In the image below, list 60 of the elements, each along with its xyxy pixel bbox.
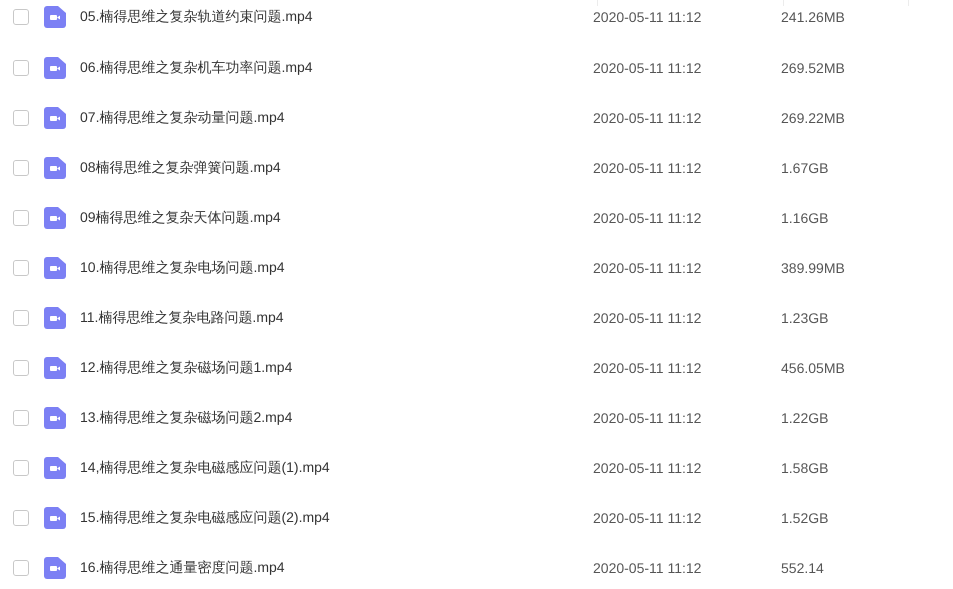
video-file-icon [44,307,66,329]
checkbox[interactable] [13,110,29,126]
file-size: 1.67GB [781,160,828,176]
checkbox[interactable] [13,210,29,226]
file-size: 456.05MB [781,360,845,376]
file-size: 241.26MB [781,9,845,25]
video-file-icon [44,357,66,379]
video-file-icon [44,257,66,279]
modified-time: 2020-05-11 11:12 [593,410,702,426]
video-file-icon [44,107,66,129]
file-size: 389.99MB [781,260,845,276]
video-file-icon [44,207,66,229]
modified-time: 2020-05-11 11:12 [593,60,702,76]
file-size: 552.14 [781,560,824,576]
video-file-icon [44,457,66,479]
file-name[interactable]: 13.楠得思维之复杂磁场问题2.mp4 [80,409,593,427]
modified-time: 2020-05-11 11:12 [593,260,702,276]
file-name[interactable]: 06.楠得思维之复杂机车功率问题.mp4 [80,59,593,77]
checkbox[interactable] [13,310,29,326]
file-name[interactable]: 15.楠得思维之复杂电磁感应问题(2).mp4 [80,509,593,527]
file-name[interactable]: 10.楠得思维之复杂电场问题.mp4 [80,259,593,277]
video-file-icon [44,507,66,529]
file-name[interactable]: 05.楠得思维之复杂轨道约束问题.mp4 [80,8,593,26]
video-file-icon [44,157,66,179]
video-file-icon [44,557,66,579]
checkbox[interactable] [13,460,29,476]
file-name[interactable]: 12.楠得思维之复杂磁场问题1.mp4 [80,359,593,377]
checkbox[interactable] [13,60,29,76]
file-size: 1.23GB [781,310,828,326]
modified-time: 2020-05-11 11:12 [593,210,702,226]
file-size: 269.22MB [781,110,845,126]
file-size: 1.52GB [781,510,828,526]
video-file-icon [44,6,66,28]
file-name[interactable]: 14,楠得思维之复杂电磁感应问题(1).mp4 [80,459,593,477]
checkbox[interactable] [13,360,29,376]
modified-time: 2020-05-11 11:12 [593,110,702,126]
modified-time: 2020-05-11 11:12 [593,310,702,326]
file-name[interactable]: 09楠得思维之复杂天体问题.mp4 [80,209,593,227]
modified-time: 2020-05-11 11:12 [593,360,702,376]
file-name[interactable]: 07.楠得思维之复杂动量问题.mp4 [80,109,593,127]
modified-time: 2020-05-11 11:12 [593,460,702,476]
modified-time: 2020-05-11 11:12 [593,560,702,576]
modified-time: 2020-05-11 11:12 [593,9,702,25]
checkbox[interactable] [13,9,29,25]
checkbox[interactable] [13,560,29,576]
modified-time: 2020-05-11 11:12 [593,160,702,176]
file-size: 269.52MB [781,60,845,76]
checkbox[interactable] [13,410,29,426]
modified-time: 2020-05-11 11:12 [593,510,702,526]
video-file-icon [44,407,66,429]
file-name[interactable]: 16.楠得思维之通量密度问题.mp4 [80,559,593,577]
checkbox[interactable] [13,260,29,276]
checkbox[interactable] [13,510,29,526]
file-size: 1.58GB [781,460,828,476]
file-name[interactable]: 08楠得思维之复杂弹簧问题.mp4 [80,159,593,177]
file-size: 1.22GB [781,410,828,426]
checkbox[interactable] [13,160,29,176]
file-size: 1.16GB [781,210,828,226]
file-name[interactable]: 11.楠得思维之复杂电路问题.mp4 [80,309,593,327]
video-file-icon [44,57,66,79]
